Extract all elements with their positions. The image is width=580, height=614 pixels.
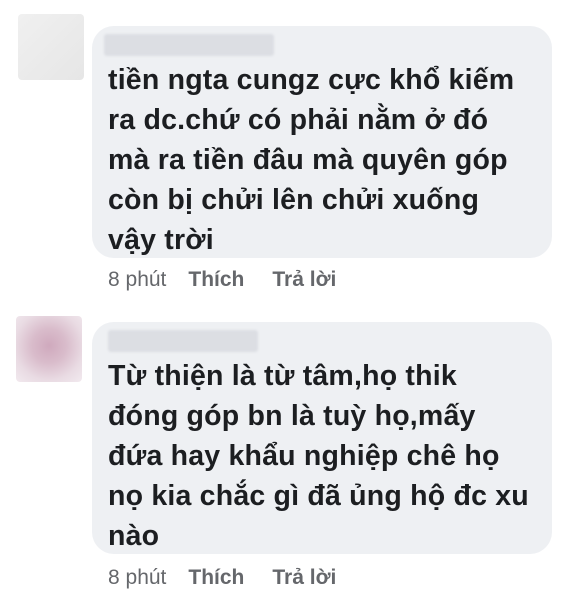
comment-text-line: mà ra tiền đâu mà quyên góp xyxy=(108,144,508,176)
comment-thread: tiền ngta cungz cực khổ kiếm ra dc.chứ c… xyxy=(0,0,580,614)
author-name-redacted[interactable] xyxy=(104,34,274,56)
author-name-redacted[interactable] xyxy=(108,330,258,352)
reply-button[interactable]: Trả lời xyxy=(272,566,336,590)
comment-bubble: tiền ngta cungz cực khổ kiếm ra dc.chứ c… xyxy=(92,26,552,258)
avatar[interactable] xyxy=(18,14,84,80)
comment-text-line: tiền ngta cungz cực khổ kiếm xyxy=(108,64,515,96)
comment-actions: 8 phút Thích Trả lời xyxy=(108,564,364,592)
like-button[interactable]: Thích xyxy=(188,566,244,590)
comment-bubble: Từ thiện là từ tâm,họ thik đóng góp bn l… xyxy=(92,322,552,554)
comment-text-line: ra dc.chứ có phải nằm ở đó xyxy=(108,104,489,136)
reply-button[interactable]: Trả lời xyxy=(272,268,336,292)
comment-text-line: nọ kia chắc gì đã ủng hộ đc xu xyxy=(108,480,529,512)
comment-text: Từ thiện là từ tâm,họ thik đóng góp bn l… xyxy=(108,356,536,556)
comment-text-line: vậy trời xyxy=(108,224,214,256)
comment-text-line: Từ thiện là từ tâm,họ thik xyxy=(108,360,457,392)
comment-actions: 8 phút Thích Trả lời xyxy=(108,266,364,294)
comment-text-line: nào xyxy=(108,520,160,552)
like-button[interactable]: Thích xyxy=(188,268,244,292)
comment-text-line: đứa hay khẩu nghiệp chê họ xyxy=(108,440,500,472)
comment-text: tiền ngta cungz cực khổ kiếm ra dc.chứ c… xyxy=(108,60,536,260)
comment-text-line: đóng góp bn là tuỳ họ,mấy xyxy=(108,400,476,432)
comment-text-line: còn bị chửi lên chửi xuống xyxy=(108,184,480,216)
comment-timestamp[interactable]: 8 phút xyxy=(108,268,166,292)
avatar[interactable] xyxy=(16,316,82,382)
comment-timestamp[interactable]: 8 phút xyxy=(108,566,166,590)
